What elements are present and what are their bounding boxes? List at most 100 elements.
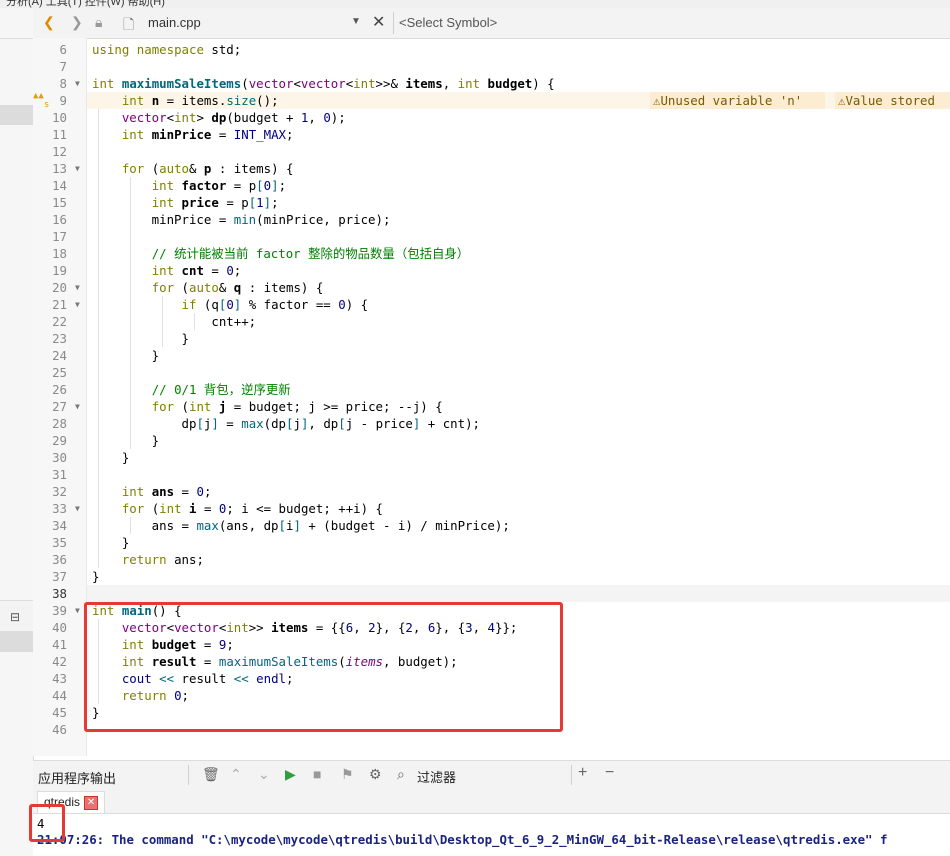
code-text: } xyxy=(92,348,160,363)
code-text: int cnt = 0; xyxy=(151,263,242,278)
code-line[interactable]: 35 } xyxy=(33,534,950,551)
code-line[interactable]: 18 // 统计能被当前 factor 整除的物品数量（包括自身） xyxy=(33,245,950,262)
line-number: 22 xyxy=(52,314,67,329)
debug-icon[interactable]: ⚑ xyxy=(341,766,354,783)
code-line[interactable]: 19 int cnt = 0; xyxy=(33,262,950,279)
code-line[interactable]: 13 ▼ for (auto& p : items) { xyxy=(33,160,950,177)
warning-value-stored[interactable]: ⚠Value stored xyxy=(838,93,935,108)
sidebar-section-header[interactable]: ⊟ xyxy=(0,600,33,632)
code-line[interactable]: 32 int ans = 0; xyxy=(33,483,950,500)
editor-toolbar: ❮ ❯ 🔒︎ 🗋 main.cpp ▼ ✕ <Select Symbol> xyxy=(33,8,950,39)
file-icon: 🗋 xyxy=(123,16,135,32)
code-line[interactable]: 33 ▼ for (int i = 0; i <= budget; ++i) { xyxy=(33,500,950,517)
fold-toggle-icon[interactable]: ▼ xyxy=(75,500,80,517)
symbol-selector[interactable]: <Select Symbol> xyxy=(399,15,497,30)
code-text: int n = items.size(); xyxy=(121,93,279,108)
menu-bar[interactable]: 分析(A) 工具(T) 控件(W) 帮助(H) xyxy=(0,0,950,8)
search-icon: ⌕ xyxy=(397,766,405,782)
code-line[interactable]: 25 xyxy=(33,364,950,381)
code-text: if (q[0] % factor == 0) { xyxy=(181,297,369,312)
line-number: 45 xyxy=(52,705,67,720)
chevron-up-icon[interactable]: ⌃ xyxy=(230,766,242,783)
code-line[interactable]: 29 } xyxy=(33,432,950,449)
code-line[interactable]: 17 xyxy=(33,228,950,245)
line-number: 26 xyxy=(52,382,67,397)
plus-icon[interactable]: + xyxy=(578,764,587,782)
code-line[interactable]: 24 } xyxy=(33,347,950,364)
output-tabs: qtredis ✕ xyxy=(33,789,950,814)
code-line[interactable]: 28 dp[j] = max(dp[j], dp[j - price] + cn… xyxy=(33,415,950,432)
code-text: for (auto& p : items) { xyxy=(121,161,294,176)
code-line[interactable]: 30 } xyxy=(33,449,950,466)
code-line[interactable]: 38 xyxy=(33,585,950,602)
warning-unused-variable[interactable]: ⚠Unused variable 'n' xyxy=(653,93,802,108)
code-line[interactable]: 23 } xyxy=(33,330,950,347)
close-icon[interactable]: ✕ xyxy=(372,12,385,32)
close-icon[interactable]: ✕ xyxy=(84,795,99,810)
highlight-box-output xyxy=(29,804,65,842)
code-line[interactable]: 27 ▼ for (int j = budget; j >= price; --j… xyxy=(33,398,950,415)
output-divider xyxy=(188,765,189,785)
line-number: 13 xyxy=(52,161,67,176)
code-text: dp[j] = max(dp[j], dp[j - price] + cnt); xyxy=(92,416,481,431)
minus-icon[interactable]: − xyxy=(605,764,614,782)
back-arrow-icon[interactable]: ❮ xyxy=(43,14,55,31)
file-name[interactable]: main.cpp xyxy=(148,15,201,30)
fold-toggle-icon[interactable]: ▼ xyxy=(75,279,80,296)
trash-icon[interactable]: 🗑︎ xyxy=(202,766,220,783)
code-line[interactable]: 22 cnt++; xyxy=(33,313,950,330)
fold-toggle-icon[interactable]: ▼ xyxy=(75,602,80,619)
line-number: 16 xyxy=(52,212,67,227)
line-number: 7 xyxy=(59,59,67,74)
code-line[interactable]: 11 int minPrice = INT_MAX; xyxy=(33,126,950,143)
chevron-down-icon[interactable]: ▼ xyxy=(351,16,361,27)
warning-icon[interactable]: ▲▲ s xyxy=(33,92,49,110)
code-line[interactable]: 21 ▼ if (q[0] % factor == 0) { xyxy=(33,296,950,313)
code-text: ans = max(ans, dp[i] + (budget - i) / mi… xyxy=(92,518,510,533)
line-number: 35 xyxy=(52,535,67,550)
code-line[interactable]: 31 xyxy=(33,466,950,483)
code-line[interactable]: 14 int factor = p[0]; xyxy=(33,177,950,194)
run-icon[interactable]: ▶ xyxy=(285,766,296,783)
code-line[interactable]: 37} xyxy=(33,568,950,585)
sidebar-selected-item[interactable] xyxy=(0,105,33,125)
code-line[interactable]: 20 ▼ for (auto& q : items) { xyxy=(33,279,950,296)
settings-icon[interactable]: ⚙ xyxy=(369,766,382,783)
line-number: 40 xyxy=(52,620,67,635)
highlight-box-main xyxy=(84,602,563,732)
code-line[interactable]: 8 ▼ int maximumSaleItems(vector<vector<int… xyxy=(33,75,950,92)
code-text: int minPrice = INT_MAX; xyxy=(121,127,294,142)
line-number: 43 xyxy=(52,671,67,686)
output-console[interactable]: 4 21:07:26: The command "C:\mycode\mycod… xyxy=(33,814,950,856)
output-command-line: 21:07:26: The command "C:\mycode\mycode\… xyxy=(37,832,888,847)
code-line[interactable]: 7 xyxy=(33,58,950,75)
sidebar-selected-item-2[interactable] xyxy=(0,632,33,652)
lock-icon[interactable]: 🔒︎ xyxy=(95,14,102,31)
fold-toggle-icon[interactable]: ▼ xyxy=(75,75,80,92)
line-number: 18 xyxy=(52,246,67,261)
line-number: 14 xyxy=(52,178,67,193)
code-line[interactable]: 16 minPrice = min(minPrice, price); xyxy=(33,211,950,228)
line-number: 23 xyxy=(52,331,67,346)
fold-toggle-icon[interactable]: ▼ xyxy=(75,160,80,177)
code-line[interactable]: 36 return ans; xyxy=(33,551,950,568)
code-text: } xyxy=(92,569,100,584)
code-line[interactable]: 15 int price = p[1]; xyxy=(33,194,950,211)
filter-input[interactable]: 过滤器 xyxy=(417,767,456,786)
code-line[interactable]: 12 xyxy=(33,143,950,160)
fold-toggle-icon[interactable]: ▼ xyxy=(75,398,80,415)
fold-toggle-icon[interactable]: ▼ xyxy=(75,296,80,313)
code-line[interactable]: 6 using namespace std; xyxy=(33,41,950,58)
code-line[interactable]: 34 ans = max(ans, dp[i] + (budget - i) /… xyxy=(33,517,950,534)
line-number: 44 xyxy=(52,688,67,703)
code-line[interactable]: 10 vector<int> dp(budget + 1, 0); xyxy=(33,109,950,126)
collapse-icon[interactable]: ⊟ xyxy=(10,610,20,624)
menu-bar-text[interactable]: 分析(A) 工具(T) 控件(W) 帮助(H) xyxy=(6,0,165,8)
code-text: minPrice = min(minPrice, price); xyxy=(92,212,391,227)
forward-arrow-icon[interactable]: ❯ xyxy=(71,14,83,31)
chevron-down-icon[interactable]: ⌄ xyxy=(258,766,270,783)
stop-icon[interactable]: ■ xyxy=(313,766,321,782)
code-text: // 0/1 背包，逆序更新 xyxy=(151,382,291,397)
code-line[interactable]: 26 // 0/1 背包，逆序更新 xyxy=(33,381,950,398)
code-text: return ans; xyxy=(121,552,204,567)
